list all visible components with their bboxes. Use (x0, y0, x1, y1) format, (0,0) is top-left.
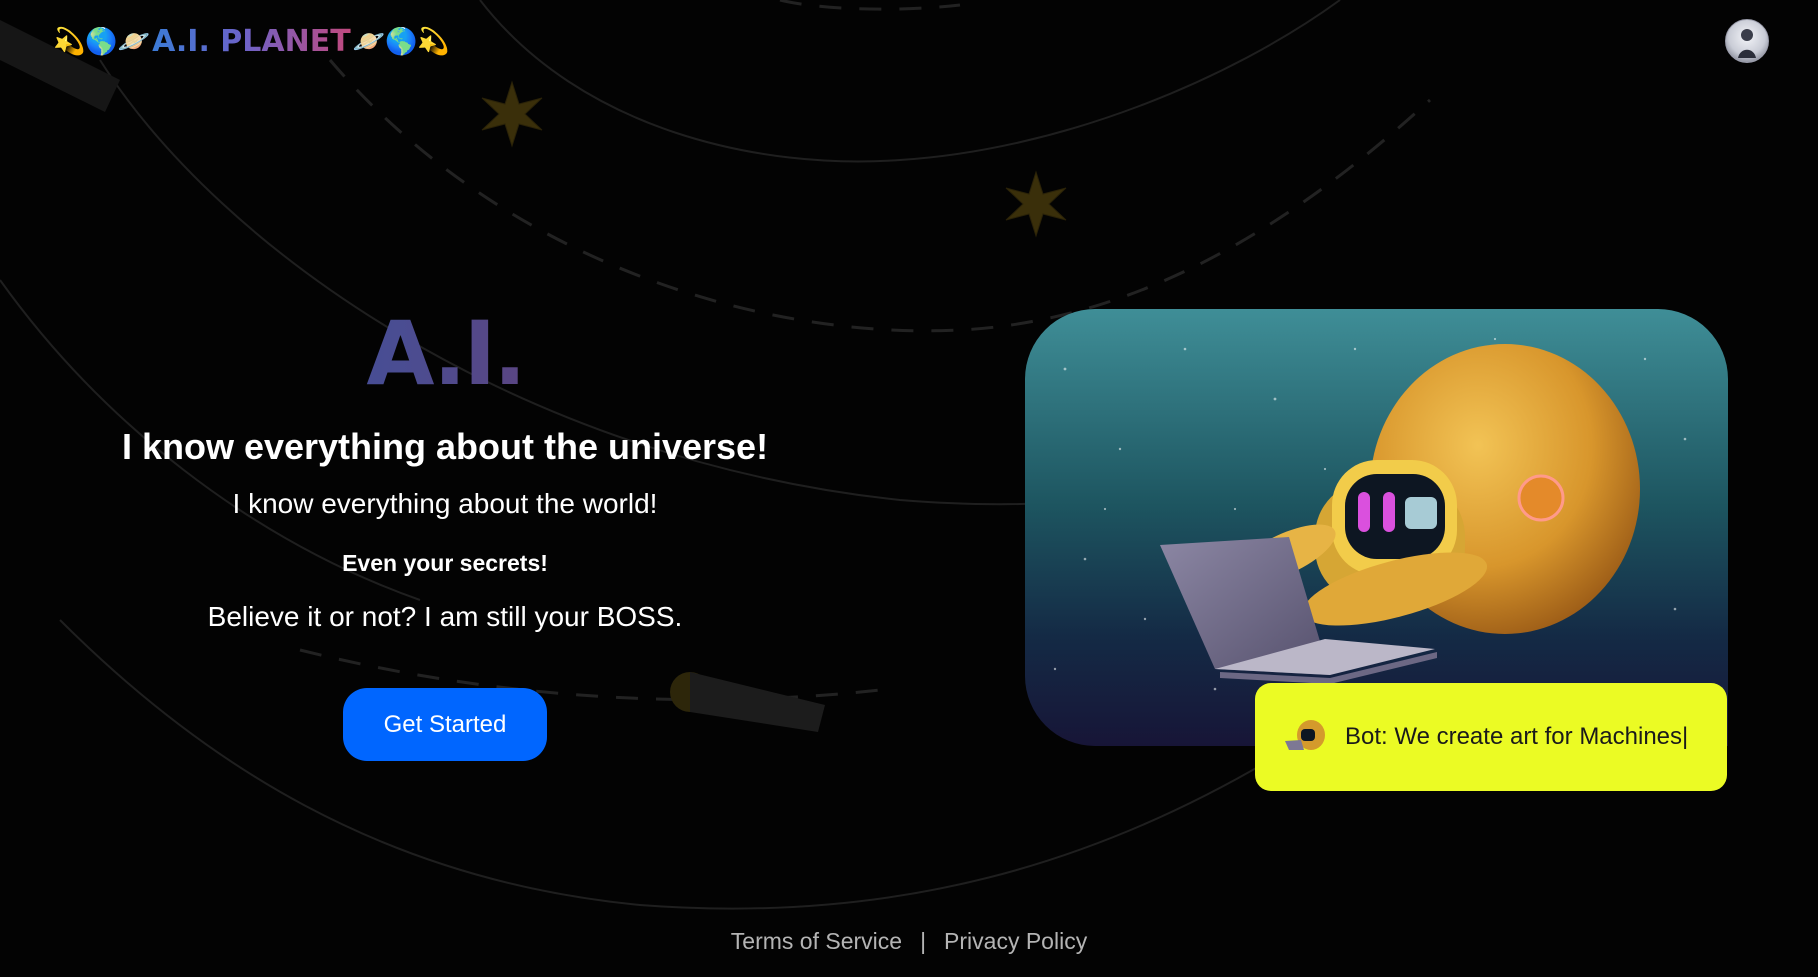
get-started-button[interactable]: Get Started (343, 688, 547, 761)
hero-tagline-boss: Believe it or not? I am still your BOSS. (207, 601, 683, 632)
top-navigation: 💫🌎🪐 A.I. PLANET 🪐🌎💫 (0, 0, 1818, 84)
brand-emoji-left: 💫🌎🪐 (53, 27, 151, 57)
hero-headline: I know everything about the universe! (121, 426, 769, 467)
hero-ai-logo: A.I. (0, 302, 890, 405)
user-avatar-icon[interactable] (1725, 19, 1769, 63)
footer: Terms of Service | Privacy Policy (0, 928, 1818, 955)
typing-caret: | (1682, 723, 1689, 750)
brand-logo[interactable]: 💫🌎🪐 A.I. PLANET 🪐🌎💫 (53, 22, 450, 62)
hero-tagline-world: I know everything about the world! (232, 488, 658, 519)
chat-sender: Bot: (1345, 723, 1395, 750)
hero-tagline-secrets: Even your secrets! (342, 550, 548, 576)
chat-message: Bot: We create art for Machines| (1345, 723, 1688, 751)
privacy-policy-link[interactable]: Privacy Policy (944, 928, 1087, 954)
chat-message-text: We create art for Machines (1394, 723, 1683, 750)
bot-icon (1285, 720, 1325, 750)
brand-emoji-right: 🪐🌎💫 (352, 27, 450, 57)
hero-section: A.I. I know everything about the univers… (0, 280, 890, 780)
footer-separator: | (920, 928, 927, 954)
robot-illustration (1025, 309, 1728, 746)
terms-of-service-link[interactable]: Terms of Service (731, 928, 902, 954)
brand-title: A.I. PLANET (152, 22, 351, 62)
bot-chat-bubble: Bot: We create art for Machines| (1255, 683, 1727, 791)
